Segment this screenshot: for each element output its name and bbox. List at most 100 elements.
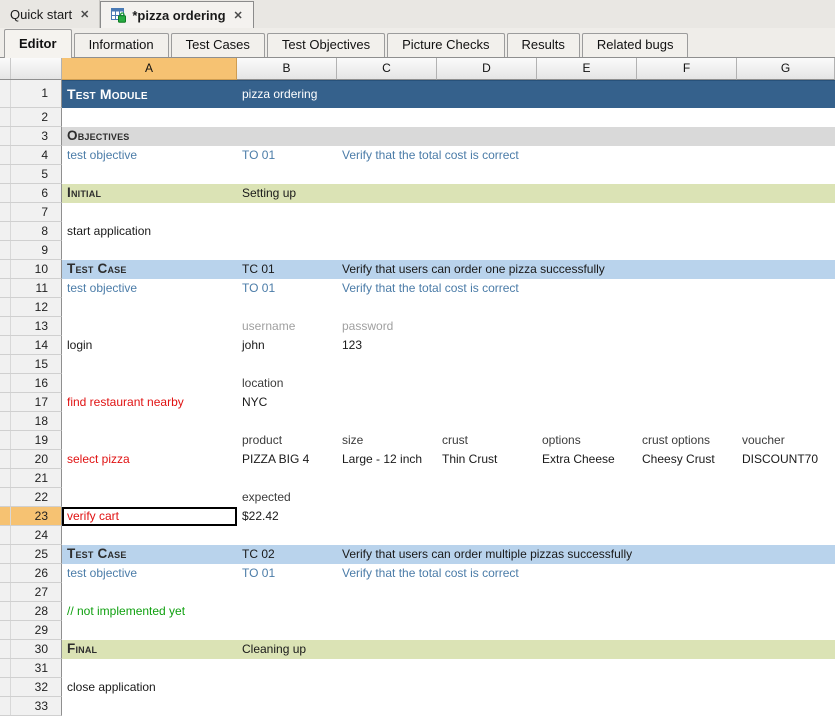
- row-header-26[interactable]: 26: [0, 564, 62, 583]
- cell-C20[interactable]: Large - 12 inch: [337, 450, 422, 469]
- row-header-7[interactable]: 7: [0, 203, 62, 222]
- close-icon[interactable]: ✕: [80, 8, 89, 21]
- cell-A14[interactable]: login: [62, 336, 237, 355]
- row-header-29[interactable]: 29: [0, 621, 62, 640]
- tab-information[interactable]: Information: [74, 33, 169, 57]
- cell-B19[interactable]: product: [237, 431, 282, 450]
- row-header-9[interactable]: 9: [0, 241, 62, 260]
- cell-E20[interactable]: Extra Cheese: [537, 450, 615, 469]
- cell-B16[interactable]: location: [237, 374, 283, 393]
- cell-A3[interactable]: Objectives: [62, 127, 237, 146]
- cell-A25[interactable]: Test Case: [62, 545, 237, 564]
- row-header-23[interactable]: 23: [0, 507, 62, 526]
- row-header-17[interactable]: 17: [0, 393, 62, 412]
- cell-A32[interactable]: close application: [62, 678, 237, 697]
- cell-D19[interactable]: crust: [437, 431, 468, 450]
- cell-B6[interactable]: Setting up: [237, 184, 296, 203]
- cell-A10[interactable]: Test Case: [62, 260, 237, 279]
- cell-B1[interactable]: pizza ordering: [237, 81, 317, 108]
- row-header-25[interactable]: 25: [0, 545, 62, 564]
- tab-test-objectives[interactable]: Test Objectives: [267, 33, 385, 57]
- tab-results[interactable]: Results: [507, 33, 580, 57]
- row-header-12[interactable]: 12: [0, 298, 62, 317]
- cell-A26[interactable]: test objective: [62, 564, 237, 583]
- grid-corner-cell[interactable]: [0, 58, 62, 80]
- column-header-G[interactable]: G: [737, 58, 835, 80]
- row-header-20[interactable]: 20: [0, 450, 62, 469]
- tab-related-bugs[interactable]: Related bugs: [582, 33, 689, 57]
- row-header-3[interactable]: 3: [0, 127, 62, 146]
- row-header-2[interactable]: 2: [0, 108, 62, 127]
- doc-tab-pizza-ordering[interactable]: *pizza ordering ✕: [100, 1, 253, 28]
- cell-A6[interactable]: Initial: [62, 184, 237, 203]
- row-header-15[interactable]: 15: [0, 355, 62, 374]
- row-header-24[interactable]: 24: [0, 526, 62, 545]
- column-header-B[interactable]: B: [237, 58, 337, 80]
- row-header-6[interactable]: 6: [0, 184, 62, 203]
- cell-A17[interactable]: find restaurant nearby: [62, 393, 237, 412]
- cell-B26[interactable]: TO 01: [237, 564, 275, 583]
- row-header-19[interactable]: 19: [0, 431, 62, 450]
- cell-C26[interactable]: Verify that the total cost is correct: [337, 564, 519, 583]
- cell-B17[interactable]: NYC: [237, 393, 267, 412]
- row-header-18[interactable]: 18: [0, 412, 62, 431]
- tab-picture-checks[interactable]: Picture Checks: [387, 33, 504, 57]
- cell-B30[interactable]: Cleaning up: [237, 640, 306, 659]
- cell-A4[interactable]: test objective: [62, 146, 237, 165]
- row-header-16[interactable]: 16: [0, 374, 62, 393]
- cell-B13[interactable]: username: [237, 317, 295, 336]
- cell-B11[interactable]: TO 01: [237, 279, 275, 298]
- row-header-4[interactable]: 4: [0, 146, 62, 165]
- cell-B25[interactable]: TC 02: [237, 545, 275, 564]
- row-header-1[interactable]: 1: [0, 80, 62, 108]
- cell-G20[interactable]: DISCOUNT70: [737, 450, 818, 469]
- cell-E19[interactable]: options: [537, 431, 581, 450]
- row-header-11[interactable]: 11: [0, 279, 62, 298]
- cell-F20[interactable]: Cheesy Crust: [637, 450, 715, 469]
- cell-C13[interactable]: password: [337, 317, 393, 336]
- cell-C11[interactable]: Verify that the total cost is correct: [337, 279, 519, 298]
- cell-F19[interactable]: crust options: [637, 431, 710, 450]
- row-header-14[interactable]: 14: [0, 336, 62, 355]
- row-header-13[interactable]: 13: [0, 317, 62, 336]
- cell-C14[interactable]: 123: [337, 336, 362, 355]
- row-header-5[interactable]: 5: [0, 165, 62, 184]
- row-header-30[interactable]: 30: [0, 640, 62, 659]
- row-header-27[interactable]: 27: [0, 583, 62, 602]
- cell-C25[interactable]: Verify that users can order multiple piz…: [337, 545, 632, 564]
- cell-B14[interactable]: john: [237, 336, 265, 355]
- row-header-32[interactable]: 32: [0, 678, 62, 697]
- cell-C19[interactable]: size: [337, 431, 363, 450]
- doc-tab-quick-start[interactable]: Quick start ✕: [0, 0, 100, 28]
- cell-B22[interactable]: expected: [237, 488, 291, 507]
- column-header-E[interactable]: E: [537, 58, 637, 80]
- cell-B23[interactable]: $22.42: [237, 507, 279, 526]
- row-header-8[interactable]: 8: [0, 222, 62, 241]
- cell-A1[interactable]: Test Module: [62, 81, 237, 108]
- row-header-10[interactable]: 10: [0, 260, 62, 279]
- row-header-28[interactable]: 28: [0, 602, 62, 621]
- row-header-31[interactable]: 31: [0, 659, 62, 678]
- row-header-21[interactable]: 21: [0, 469, 62, 488]
- column-header-F[interactable]: F: [637, 58, 737, 80]
- close-icon[interactable]: ✕: [234, 9, 243, 22]
- cell-B10[interactable]: TC 01: [237, 260, 275, 279]
- column-header-A[interactable]: A: [62, 58, 237, 80]
- cell-B4[interactable]: TO 01: [237, 146, 275, 165]
- cell-G19[interactable]: voucher: [737, 431, 785, 450]
- cell-D20[interactable]: Thin Crust: [437, 450, 497, 469]
- tab-test-cases[interactable]: Test Cases: [171, 33, 265, 57]
- row-header-33[interactable]: 33: [0, 697, 62, 716]
- cell-A20[interactable]: select pizza: [62, 450, 237, 469]
- cell-A8[interactable]: start application: [62, 222, 237, 241]
- cell-C10[interactable]: Verify that users can order one pizza su…: [337, 260, 605, 279]
- column-header-C[interactable]: C: [337, 58, 437, 80]
- row-header-22[interactable]: 22: [0, 488, 62, 507]
- cell-C4[interactable]: Verify that the total cost is correct: [337, 146, 519, 165]
- cell-A23[interactable]: verify cart: [62, 507, 237, 526]
- cell-B20[interactable]: PIZZA BIG 4: [237, 450, 309, 469]
- tab-editor[interactable]: Editor: [4, 29, 72, 58]
- column-header-D[interactable]: D: [437, 58, 537, 80]
- cell-A28[interactable]: // not implemented yet: [62, 602, 237, 621]
- cell-A11[interactable]: test objective: [62, 279, 237, 298]
